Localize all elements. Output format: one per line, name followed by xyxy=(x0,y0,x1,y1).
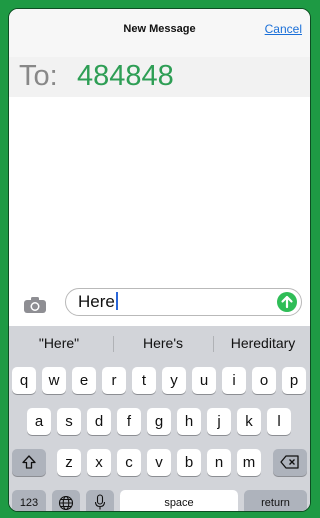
key-x[interactable]: x xyxy=(87,449,111,476)
compose-bar: Here xyxy=(9,284,310,324)
shift-key[interactable] xyxy=(12,449,46,476)
key-t[interactable]: t xyxy=(132,367,156,394)
globe-icon xyxy=(58,495,74,511)
key-h[interactable]: h xyxy=(177,408,201,435)
send-button[interactable] xyxy=(277,292,297,312)
key-m[interactable]: m xyxy=(237,449,261,476)
space-key[interactable]: space xyxy=(120,490,238,511)
camera-icon[interactable] xyxy=(23,296,47,319)
key-d[interactable]: d xyxy=(87,408,111,435)
key-v[interactable]: v xyxy=(147,449,171,476)
key-i[interactable]: i xyxy=(222,367,246,394)
numbers-key[interactable]: 123 xyxy=(12,490,46,511)
key-a[interactable]: a xyxy=(27,408,51,435)
key-q[interactable]: q xyxy=(12,367,36,394)
key-p[interactable]: p xyxy=(282,367,306,394)
delete-icon xyxy=(280,455,299,469)
suggestion-divider xyxy=(213,336,214,352)
message-text[interactable]: Here xyxy=(78,292,118,312)
key-o[interactable]: o xyxy=(252,367,276,394)
key-e[interactable]: e xyxy=(72,367,96,394)
key-s[interactable]: s xyxy=(57,408,81,435)
key-z[interactable]: z xyxy=(57,449,81,476)
messages-screen: New Message Cancel To: 484848 Here "Here… xyxy=(8,8,311,512)
microphone-icon xyxy=(94,494,106,510)
key-l[interactable]: l xyxy=(267,408,291,435)
key-c[interactable]: c xyxy=(117,449,141,476)
recipient-field[interactable]: To: 484848 xyxy=(9,57,310,97)
arrow-up-icon xyxy=(281,295,293,309)
suggestion-divider xyxy=(113,336,114,352)
message-input[interactable]: Here xyxy=(65,288,302,316)
header-bar: New Message Cancel xyxy=(9,9,310,57)
key-j[interactable]: j xyxy=(207,408,231,435)
microphone-key[interactable] xyxy=(86,490,114,511)
suggestion-1[interactable]: "Here" xyxy=(11,335,107,351)
key-b[interactable]: b xyxy=(177,449,201,476)
text-cursor xyxy=(115,292,118,310)
key-r[interactable]: r xyxy=(102,367,126,394)
recipient-value[interactable]: 484848 xyxy=(77,60,174,93)
delete-key[interactable] xyxy=(273,449,307,476)
suggestion-bar: "Here" Here's Hereditary xyxy=(9,326,310,358)
suggestion-2[interactable]: Here's xyxy=(115,335,211,351)
key-g[interactable]: g xyxy=(147,408,171,435)
to-label: To: xyxy=(19,60,58,92)
key-w[interactable]: w xyxy=(42,367,66,394)
shift-icon xyxy=(22,455,36,469)
key-y[interactable]: y xyxy=(162,367,186,394)
keyboard: "Here" Here's Hereditary q w e r t y u i… xyxy=(9,326,310,511)
key-u[interactable]: u xyxy=(192,367,216,394)
cancel-button[interactable]: Cancel xyxy=(265,22,302,36)
key-f[interactable]: f xyxy=(117,408,141,435)
return-key[interactable]: return xyxy=(244,490,307,511)
globe-key[interactable] xyxy=(52,490,80,511)
key-n[interactable]: n xyxy=(207,449,231,476)
suggestion-3[interactable]: Hereditary xyxy=(215,335,310,351)
key-k[interactable]: k xyxy=(237,408,261,435)
